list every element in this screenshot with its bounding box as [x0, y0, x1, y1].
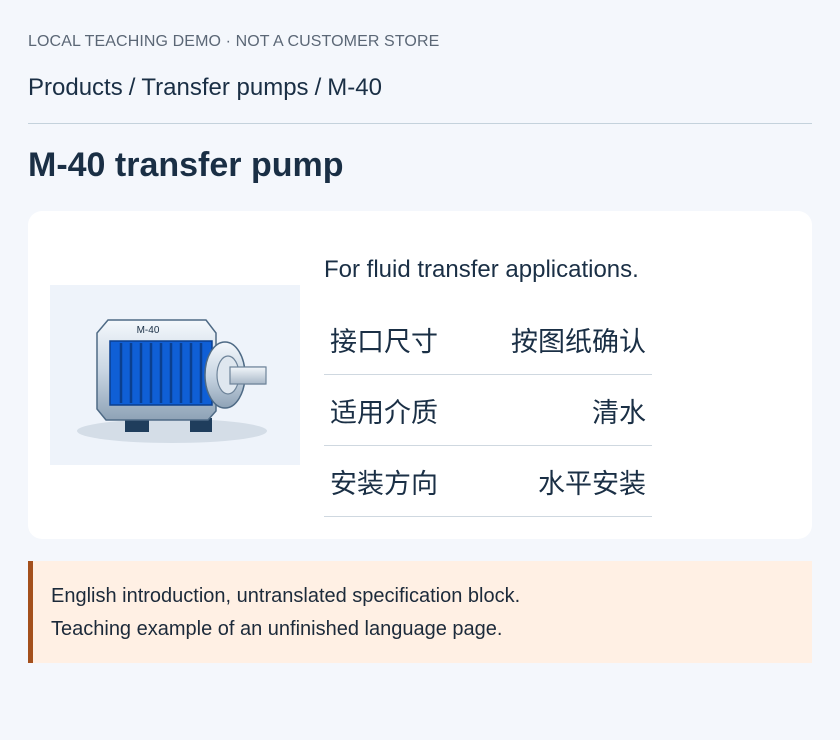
teaching-note: English introduction, untranslated speci…: [28, 561, 812, 663]
spec-row: 适用介质 清水: [324, 374, 652, 446]
demo-notice: LOCAL TEACHING DEMO · NOT A CUSTOMER STO…: [28, 33, 440, 50]
product-image: M-40: [50, 285, 300, 465]
spec-value: 清水: [471, 374, 652, 446]
spec-label: 安装方向: [324, 445, 472, 517]
breadcrumb-item-products[interactable]: Products: [28, 74, 123, 101]
spec-row: 安装方向 水平安装: [324, 445, 652, 517]
spec-label: 接口尺寸: [324, 304, 472, 375]
spec-value: 水平安装: [471, 445, 652, 517]
header-divider: [28, 123, 812, 124]
breadcrumb-item-transfer-pumps[interactable]: Transfer pumps: [141, 74, 308, 101]
page-title: M-40 transfer pump: [28, 146, 344, 184]
breadcrumb-separator: /: [314, 74, 322, 101]
note-line-2: Teaching example of an unfinished langua…: [51, 618, 503, 640]
breadcrumb-separator: /: [128, 74, 136, 101]
breadcrumb: Products / Transfer pumps / M-40: [28, 74, 382, 102]
spec-row: 接口尺寸 按图纸确认: [324, 304, 652, 375]
note-line-1: English introduction, untranslated speci…: [51, 585, 521, 607]
breadcrumb-item-current: M-40: [327, 74, 382, 101]
spec-value: 按图纸确认: [471, 304, 652, 375]
product-intro: For fluid transfer applications.: [324, 256, 639, 283]
spec-table: 接口尺寸 按图纸确认 适用介质 清水 安装方向 水平安装: [324, 304, 652, 517]
product-card: M-40 For fluid transfer applications. 接口…: [28, 211, 812, 539]
spec-label: 适用介质: [324, 374, 472, 446]
pump-model-label: M-40: [137, 325, 160, 336]
pump-illustration: M-40: [77, 319, 267, 443]
